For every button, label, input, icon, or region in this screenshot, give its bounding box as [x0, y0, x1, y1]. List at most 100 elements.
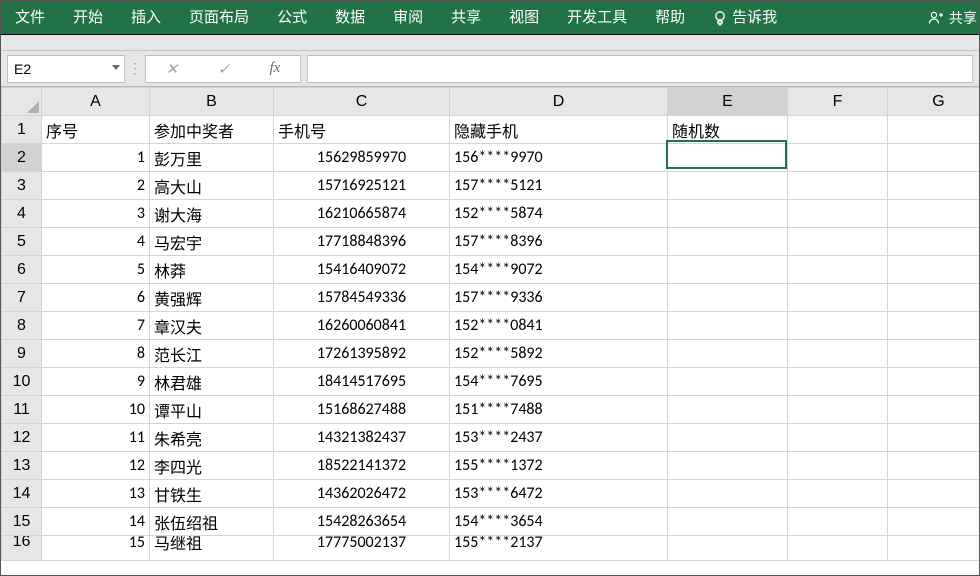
- cell[interactable]: [788, 340, 888, 368]
- cell[interactable]: [668, 396, 788, 424]
- row-header[interactable]: 7: [2, 284, 42, 312]
- cell[interactable]: 甘铁生: [150, 480, 274, 508]
- cell[interactable]: [668, 144, 788, 172]
- cell[interactable]: 153****6472: [450, 480, 668, 508]
- cell[interactable]: 1: [42, 144, 150, 172]
- col-header-C[interactable]: C: [274, 88, 450, 116]
- cell[interactable]: 155****1372: [450, 452, 668, 480]
- cell[interactable]: [668, 228, 788, 256]
- cell[interactable]: 隐藏手机: [450, 116, 668, 144]
- menu-file[interactable]: 文件: [1, 1, 59, 35]
- cell[interactable]: [888, 144, 980, 172]
- cell[interactable]: 手机号: [274, 116, 450, 144]
- menu-home[interactable]: 开始: [59, 1, 117, 35]
- cell[interactable]: 157****8396: [450, 228, 668, 256]
- cell[interactable]: [788, 452, 888, 480]
- cell[interactable]: 14: [42, 508, 150, 536]
- cell[interactable]: 154****3654: [450, 508, 668, 536]
- fx-icon[interactable]: fx: [269, 60, 280, 77]
- cell[interactable]: 高大山: [150, 172, 274, 200]
- cell[interactable]: 11: [42, 424, 150, 452]
- row-header[interactable]: 12: [2, 424, 42, 452]
- cell[interactable]: [888, 536, 980, 561]
- cell[interactable]: [668, 200, 788, 228]
- cell[interactable]: 15168627488: [274, 396, 450, 424]
- cell[interactable]: [668, 480, 788, 508]
- cell[interactable]: 6: [42, 284, 150, 312]
- row-header[interactable]: 15: [2, 508, 42, 536]
- cell[interactable]: [668, 284, 788, 312]
- cell[interactable]: 16210665874: [274, 200, 450, 228]
- cell[interactable]: 章汉夫: [150, 312, 274, 340]
- cell[interactable]: 151****7488: [450, 396, 668, 424]
- row-header[interactable]: 14: [2, 480, 42, 508]
- cell[interactable]: [888, 340, 980, 368]
- cell[interactable]: [788, 144, 888, 172]
- cell[interactable]: [888, 396, 980, 424]
- cell[interactable]: [888, 312, 980, 340]
- cell[interactable]: [788, 536, 888, 561]
- cell[interactable]: 155****2137: [450, 536, 668, 561]
- cell[interactable]: [788, 508, 888, 536]
- cell[interactable]: 16260060841: [274, 312, 450, 340]
- cell[interactable]: 154****9072: [450, 256, 668, 284]
- menu-review[interactable]: 审阅: [379, 1, 437, 35]
- cell[interactable]: [788, 424, 888, 452]
- cell[interactable]: [668, 536, 788, 561]
- cell[interactable]: 7: [42, 312, 150, 340]
- row-header[interactable]: 5: [2, 228, 42, 256]
- cell[interactable]: 朱希亮: [150, 424, 274, 452]
- row-header[interactable]: 3: [2, 172, 42, 200]
- row-header[interactable]: 9: [2, 340, 42, 368]
- row-header[interactable]: 10: [2, 368, 42, 396]
- menu-insert[interactable]: 插入: [117, 1, 175, 35]
- cell[interactable]: 156****9970: [450, 144, 668, 172]
- col-header-E[interactable]: E: [668, 88, 788, 116]
- select-all-corner[interactable]: [2, 88, 42, 116]
- cell[interactable]: 谢大海: [150, 200, 274, 228]
- cell[interactable]: [788, 116, 888, 144]
- col-header-G[interactable]: G: [888, 88, 980, 116]
- spreadsheet-grid[interactable]: A B C D E F G 1 序号 参加中奖者 手机号 隐藏手机 随机数 21…: [1, 87, 979, 561]
- row-header[interactable]: 4: [2, 200, 42, 228]
- cell[interactable]: 153****2437: [450, 424, 668, 452]
- cell[interactable]: [888, 284, 980, 312]
- row-header[interactable]: 8: [2, 312, 42, 340]
- cell[interactable]: 林君雄: [150, 368, 274, 396]
- menu-dev[interactable]: 开发工具: [553, 1, 641, 35]
- row-header[interactable]: 13: [2, 452, 42, 480]
- cell[interactable]: 15416409072: [274, 256, 450, 284]
- cell[interactable]: 马继祖: [150, 536, 274, 561]
- row-header[interactable]: 11: [2, 396, 42, 424]
- menu-share-tab[interactable]: 共享: [437, 1, 495, 35]
- cell[interactable]: [888, 256, 980, 284]
- share-button[interactable]: 共享: [926, 1, 979, 35]
- cell[interactable]: 马宏宇: [150, 228, 274, 256]
- cell[interactable]: [668, 368, 788, 396]
- cell[interactable]: [668, 172, 788, 200]
- cell[interactable]: 152****0841: [450, 312, 668, 340]
- cell[interactable]: [788, 480, 888, 508]
- cell[interactable]: 参加中奖者: [150, 116, 274, 144]
- cell[interactable]: [888, 116, 980, 144]
- cell[interactable]: 范长江: [150, 340, 274, 368]
- cell[interactable]: [888, 480, 980, 508]
- cell[interactable]: 李四光: [150, 452, 274, 480]
- cell[interactable]: 17775002137: [274, 536, 450, 561]
- cell[interactable]: 152****5892: [450, 340, 668, 368]
- cell[interactable]: 3: [42, 200, 150, 228]
- cell[interactable]: [888, 452, 980, 480]
- cell[interactable]: 15428263654: [274, 508, 450, 536]
- cell[interactable]: [668, 424, 788, 452]
- cell[interactable]: [788, 396, 888, 424]
- menu-view[interactable]: 视图: [495, 1, 553, 35]
- accept-icon[interactable]: ✓: [218, 60, 231, 78]
- cancel-icon[interactable]: ✕: [166, 60, 179, 78]
- col-header-D[interactable]: D: [450, 88, 668, 116]
- cell[interactable]: 黄强辉: [150, 284, 274, 312]
- col-header-A[interactable]: A: [42, 88, 150, 116]
- cell[interactable]: 5: [42, 256, 150, 284]
- cell[interactable]: [788, 228, 888, 256]
- cell[interactable]: 154****7695: [450, 368, 668, 396]
- cell[interactable]: 17718848396: [274, 228, 450, 256]
